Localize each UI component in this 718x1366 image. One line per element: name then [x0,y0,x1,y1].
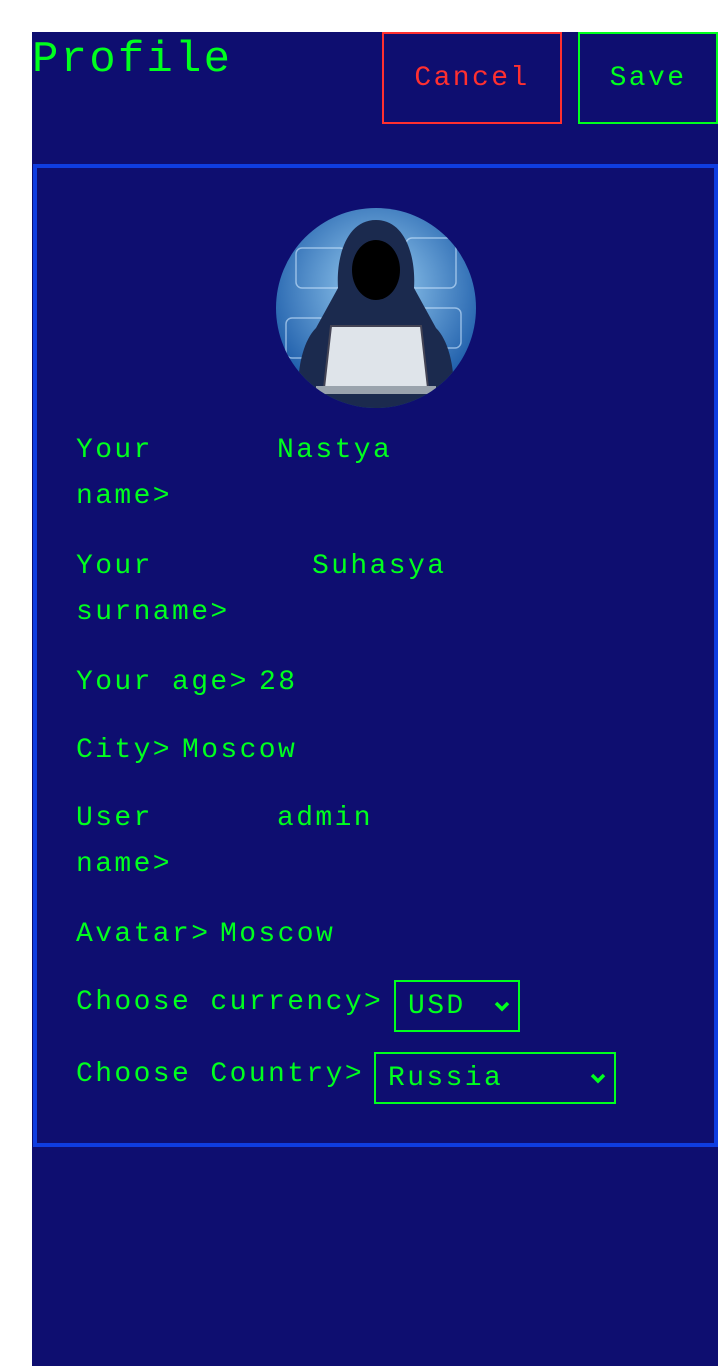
username-value[interactable]: admin [277,796,373,842]
city-value[interactable]: Moscow [182,728,297,774]
surname-label: Your surname> [76,551,230,628]
country-label: Choose Country> [76,1059,365,1090]
currency-selected: USD [408,990,466,1022]
chevron-down-icon [590,1073,606,1084]
currency-label: Choose currency> [76,987,384,1018]
chevron-down-icon [494,1001,510,1012]
surname-value[interactable]: Suhasya [312,544,446,590]
avatar-value[interactable]: Moscow [220,912,335,958]
country-select[interactable]: Russia [374,1052,616,1104]
name-value[interactable]: Nastya [277,428,392,474]
age-value[interactable]: 28 [259,660,297,706]
save-button[interactable]: Save [578,32,718,124]
avatar-label: Avatar> [76,919,211,950]
country-selected: Russia [388,1062,504,1094]
page-title: Profile [32,35,233,85]
username-label: User name> [76,803,173,880]
city-label: City> [76,735,173,766]
age-label: Your age> [76,667,249,698]
name-label: Your name> [76,435,173,512]
avatar-image [276,208,476,408]
cancel-button[interactable]: Cancel [382,32,562,124]
currency-select[interactable]: USD [394,980,520,1032]
